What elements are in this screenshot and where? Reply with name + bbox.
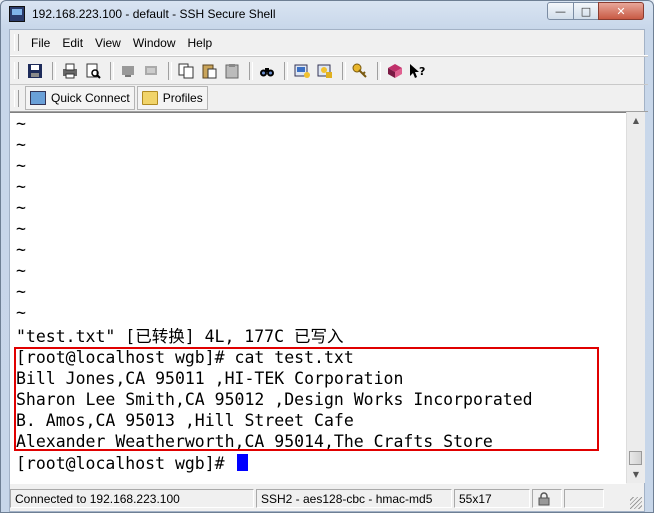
window-title: 192.168.223.100 - default - SSH Secure S… [32,7,276,21]
connection-status: Connected to 192.168.223.100 [10,489,254,508]
tilde-line: ~ [16,135,26,154]
status-extra [564,489,604,508]
lock-icon [532,489,562,508]
vi-status-line: "test.txt" [已转换] 4L, 177C 已写入 [16,327,344,346]
tilde-line: ~ [16,282,26,301]
scroll-thumb[interactable] [629,451,642,465]
quickbar-grip[interactable] [14,89,19,107]
key-icon[interactable] [350,61,370,81]
tilde-line: ~ [16,240,26,259]
menu-help[interactable]: Help [182,36,219,50]
toolbar-separator [284,61,288,80]
folder-icon [141,91,158,105]
toolbar-separator [110,61,114,80]
maximize-button[interactable]: □ [573,2,599,20]
toolbar-separator [249,61,253,80]
cipher-status: SSH2 - aes128-cbc - hmac-md5 [256,489,452,508]
save-icon[interactable] [25,61,45,81]
prompt-text: [root@localhost wgb]# [16,454,235,473]
profiles-button[interactable]: Profiles [136,86,208,110]
copy-icon[interactable] [176,61,196,81]
prompt-line: [root@localhost wgb]# [16,453,248,474]
tilde-line: ~ [16,261,26,280]
quick-connect-label: Quick Connect [51,91,130,105]
svg-text:?: ? [419,65,425,78]
resize-grip[interactable] [630,497,642,509]
tilde-line: ~ [16,219,26,238]
help-book-icon[interactable] [385,61,405,81]
print-icon[interactable] [60,61,80,81]
toolbar: ? [10,56,648,84]
menu-bar: File Edit View Window Help [10,30,648,56]
menu-edit[interactable]: Edit [56,36,89,50]
app-icon[interactable] [9,6,25,22]
tilde-line: ~ [16,198,26,217]
profile-settings-icon[interactable] [315,61,335,81]
profiles-label: Profiles [162,91,203,105]
toolbar-separator [52,61,56,80]
menu-window[interactable]: Window [127,36,182,50]
print-preview-icon[interactable] [83,61,103,81]
terminal-size: 55x17 [454,489,530,508]
toolbar-grip[interactable] [14,62,19,79]
tilde-line: ~ [16,303,26,322]
paste-icon[interactable] [199,61,219,81]
paste-icon-2[interactable] [222,61,242,81]
terminal-cursor [236,454,248,471]
toolbar-separator [168,61,172,80]
tilde-line: ~ [16,114,26,133]
connect-icon[interactable] [141,61,161,81]
menu-file[interactable]: File [25,36,56,50]
quick-connect-button[interactable]: Quick Connect [25,86,135,110]
whats-this-icon[interactable]: ? [408,61,428,81]
minimize-button[interactable]: — [547,2,574,20]
toolbar-separator [377,61,381,80]
scroll-down-arrow-icon[interactable]: ▼ [627,466,645,483]
scroll-up-arrow-icon[interactable]: ▲ [627,112,645,129]
vertical-scrollbar[interactable]: ▲ ▼ [626,112,645,483]
close-button[interactable]: ✕ [598,2,644,20]
find-icon[interactable] [257,61,277,81]
menu-grip[interactable] [14,34,19,51]
ssh-window: 192.168.223.100 - default - SSH Secure S… [0,0,654,513]
monitor-icon [30,91,46,105]
disconnect-icon[interactable] [118,61,138,81]
highlight-box [14,347,599,451]
status-bar: Connected to 192.168.223.100 SSH2 - aes1… [10,486,644,511]
quick-connect-bar: Quick Connect Profiles [10,84,648,112]
menu-view[interactable]: View [89,36,127,50]
toolbar-separator [342,61,346,80]
settings-icon[interactable] [292,61,312,81]
terminal-area[interactable]: ~ ~ ~ ~ ~ ~ ~ ~ ~ ~ "test.txt" [已转换] 4L,… [10,112,626,484]
tilde-line: ~ [16,156,26,175]
tilde-line: ~ [16,177,26,196]
title-bar[interactable]: 192.168.223.100 - default - SSH Secure S… [1,1,653,27]
client-area: File Edit View Window Help ? Quick Conne… [9,29,648,512]
